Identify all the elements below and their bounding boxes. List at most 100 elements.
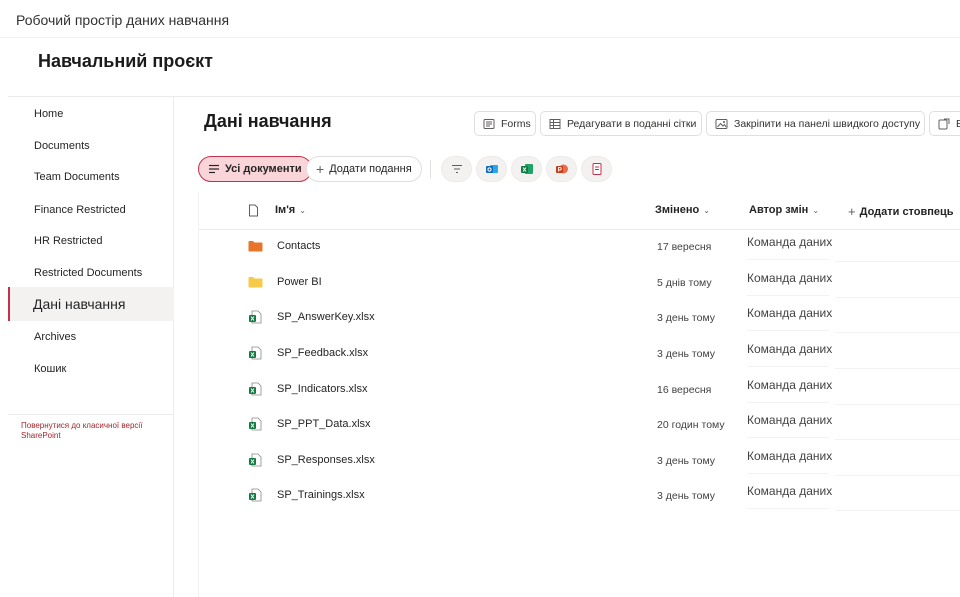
table-row[interactable]: Contacts 17 вересня Команда даних [199, 229, 960, 264]
cell-divider [835, 510, 960, 511]
file-name[interactable]: Contacts [277, 240, 320, 252]
file-name[interactable]: SP_Feedback.xlsx [277, 347, 368, 359]
table-row[interactable]: SP_Feedback.xlsx 3 день тому Команда дан… [199, 336, 960, 371]
modified-by: Команда даних [747, 306, 833, 320]
modified-by: Команда даних [747, 484, 833, 498]
nav-item-restricted-documents[interactable]: Restricted Documents [8, 258, 174, 288]
powerpoint-icon [555, 164, 568, 174]
add-view-button[interactable]: + Додати подання [306, 156, 422, 182]
outlook-button[interactable] [476, 156, 507, 182]
cell-divider [747, 473, 829, 474]
excel-file-icon [248, 346, 262, 365]
list-view-icon [209, 164, 219, 174]
name-column-header[interactable]: Ім'я ⌄ [275, 204, 306, 216]
left-navigation: Home Documents Team Documents Finance Re… [8, 97, 174, 597]
modified-by: Команда даних [747, 378, 833, 392]
folder-orange-icon [248, 239, 263, 257]
chevron-down-icon: ⌄ [812, 205, 820, 215]
modified-column-label: Змінено [655, 204, 700, 216]
window-title: Робочий простір даних навчання [16, 12, 230, 28]
nav-item-label: Documents [34, 140, 90, 152]
cell-divider [747, 259, 829, 260]
add-column-button[interactable]: + Додати стовпець [848, 204, 954, 219]
excel-icon [520, 164, 533, 174]
table-row[interactable]: SP_Responses.xlsx 3 день тому Команда да… [199, 443, 960, 478]
toolbar-separator [430, 160, 431, 178]
file-type-header[interactable] [248, 204, 259, 217]
modified-date: 3 день тому [657, 312, 716, 324]
cell-divider [747, 295, 829, 296]
modified-by: Команда даних [747, 413, 833, 427]
site-title[interactable]: Навчальний проєкт [38, 51, 213, 72]
nav-item-documents[interactable]: Documents [8, 131, 174, 161]
table-row[interactable]: Power BI 5 днів тому Команда даних [199, 265, 960, 300]
cell-divider [747, 508, 829, 509]
more-command-button[interactable]: Ек [929, 111, 960, 136]
nav-item-finance-restricted[interactable]: Finance Restricted [8, 195, 174, 225]
author-column-header[interactable]: Автор змін ⌄ [749, 204, 819, 216]
grid-icon [549, 118, 561, 129]
author-column-label: Автор змін [749, 204, 809, 216]
file-name[interactable]: SP_PPT_Data.xlsx [277, 418, 371, 430]
all-documents-view[interactable]: Усі документи [198, 156, 312, 182]
nav-item-label: Archives [34, 331, 77, 343]
all-documents-label: Усі документи [225, 163, 302, 175]
forms-button[interactable]: Forms [474, 111, 536, 136]
nav-item-label: Дані навчання [33, 296, 126, 312]
more-command-label: Ек [956, 118, 960, 130]
page-title: Дані навчання [204, 111, 332, 131]
modified-date: 5 днів тому [657, 277, 712, 289]
file-name[interactable]: SP_Responses.xlsx [277, 454, 375, 466]
cell-divider [835, 475, 960, 476]
grid-edit-button-label: Редагувати в поданні сітки [567, 117, 697, 130]
modified-date: 3 день тому [657, 455, 716, 467]
pin-quick-access-button[interactable]: Закріпити на панелі швидкого доступу [706, 111, 925, 136]
nav-item-label: Home [34, 108, 64, 120]
table-row[interactable]: SP_Trainings.xlsx 3 день тому Команда да… [199, 478, 960, 513]
modified-by: Команда даних [747, 342, 833, 356]
file-name[interactable]: SP_Indicators.xlsx [277, 383, 367, 395]
nav-item-hr-restricted[interactable]: HR Restricted [8, 226, 174, 256]
powerpoint-button[interactable] [546, 156, 577, 182]
cell-divider [747, 437, 829, 438]
chevron-down-icon: ⌄ [703, 205, 710, 215]
filter-icon [451, 165, 462, 173]
cell-divider [747, 330, 829, 331]
excel-file-icon [248, 417, 262, 436]
excel-file-icon [248, 488, 262, 507]
table-row[interactable]: SP_Indicators.xlsx 16 вересня Команда да… [199, 372, 960, 407]
modified-by: Команда даних [747, 235, 833, 249]
nav-item-team-documents[interactable]: Team Documents [8, 162, 174, 192]
classic-sharepoint-link[interactable]: Повернутися до класичної версії SharePoi… [21, 421, 171, 441]
outlook-icon [485, 165, 498, 173]
nav-divider [8, 414, 174, 415]
nav-item-archives[interactable]: Archives [8, 322, 174, 352]
nav-item-label: Finance Restricted [34, 204, 126, 216]
grid-edit-button[interactable]: Редагувати в поданні сітки [540, 111, 702, 136]
nav-item-home[interactable]: Home [8, 99, 174, 129]
file-name[interactable]: Power BI [277, 276, 322, 288]
modified-by: Команда даних [747, 449, 833, 463]
forms-button-label: Forms [501, 117, 531, 130]
excel-button[interactable] [511, 156, 542, 182]
cell-divider [835, 261, 960, 262]
table-row[interactable]: SP_AnswerKey.xlsx 3 день тому Команда да… [199, 300, 960, 335]
table-row[interactable]: SP_PPT_Data.xlsx 20 годин тому Команда д… [199, 407, 960, 442]
excel-file-icon [248, 382, 262, 401]
modified-by: Команда даних [747, 271, 833, 285]
nav-item-recycle-bin[interactable]: Кошик [8, 354, 174, 384]
modified-date: 16 вересня [657, 384, 712, 396]
nav-item-label: Кошик [34, 363, 67, 375]
cell-divider [835, 404, 960, 405]
file-name[interactable]: SP_AnswerKey.xlsx [277, 311, 375, 323]
filter-button[interactable] [441, 156, 472, 182]
modified-date: 3 день тому [657, 490, 716, 502]
form-file-button[interactable] [581, 156, 612, 182]
modified-column-header[interactable]: Змінено ⌄ [655, 204, 710, 216]
nav-item-training-data[interactable]: Дані навчання [8, 287, 174, 321]
file-type-icon [249, 204, 258, 217]
folder-yellow-icon [248, 275, 263, 293]
file-name[interactable]: SP_Trainings.xlsx [277, 489, 365, 501]
nav-item-label: Team Documents [34, 171, 120, 183]
export-icon [938, 118, 950, 129]
